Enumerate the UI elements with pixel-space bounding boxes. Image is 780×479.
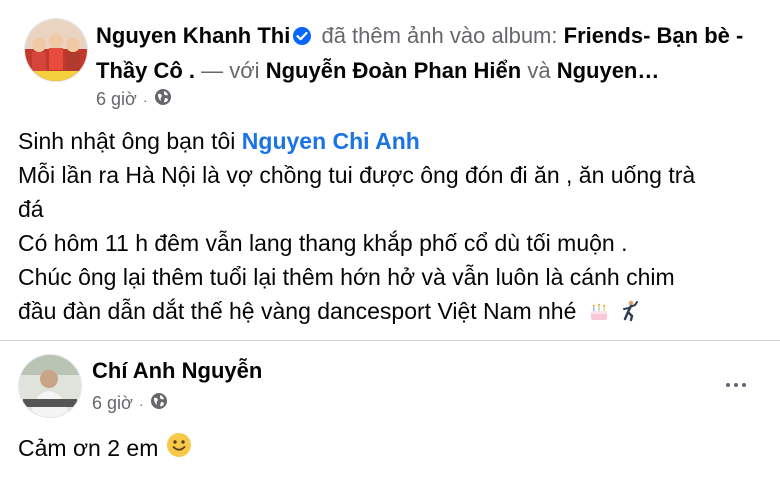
post-line-6: đầu đàn dẫn dắt thế hệ vàng dancesport V… [18,294,768,332]
separator-dot: · [142,91,148,108]
commenter-name[interactable]: Chí Anh Nguyễn [92,358,262,384]
action-text: đã thêm ảnh vào album: [321,23,558,48]
post-line-3: đá [18,196,44,222]
author-name[interactable]: Nguyen Khanh Thi [96,23,290,48]
and-text: và [527,58,551,83]
dancer-icon [617,298,641,332]
tagged-person-1[interactable]: Nguyễn Đoàn Phan Hiển [266,58,521,83]
post-header: Nguyen Khanh Thi đã thêm ảnh vào album: … [96,20,746,87]
post-body: Sinh nhật ông bạn tôi Nguyen Chi Anh Mỗi… [18,124,768,332]
tagged-person-2[interactable]: Nguyen… [557,58,660,83]
with-text: — với [201,58,260,83]
globe-icon [154,88,172,111]
comment-time[interactable]: 6 giờ [92,393,133,414]
post-line-1: Sinh nhật ông bạn tôi Nguyen Chi Anh [18,124,768,158]
verified-badge-icon [292,23,312,55]
line-1-text: Sinh nhật ông bạn tôi [18,128,236,154]
comment-text-row: Cảm ơn 2 em [18,432,192,464]
post-meta: 6 giờ · [96,88,172,111]
mention-link[interactable]: Nguyen Chi Anh [242,128,420,154]
smiley-icon [166,432,192,464]
post-line-2: Mỗi lần ra Hà Nội là vợ chồng tui được ô… [18,162,696,188]
separator-dot: · [138,395,144,412]
more-options-icon[interactable] [718,370,754,400]
line-6-text: đầu đàn dẫn dắt thế hệ vàng dancesport V… [18,298,577,324]
author-avatar[interactable] [24,18,88,82]
post-line-5: Chúc ông lại thêm tuổi lại thêm hớn hở v… [18,264,675,290]
comment-meta: 6 giờ · [92,392,168,415]
comment-text: Cảm ơn 2 em [18,434,159,461]
post-time[interactable]: 6 giờ [96,89,137,110]
divider [0,340,780,341]
birthday-cake-icon [587,298,611,332]
post-line-4: Có hôm 11 h đêm vẫn lang thang khắp phố … [18,230,628,256]
commenter-avatar[interactable] [18,354,82,418]
globe-icon [150,392,168,415]
post: Nguyen Khanh Thi đã thêm ảnh vào album: … [0,0,780,340]
